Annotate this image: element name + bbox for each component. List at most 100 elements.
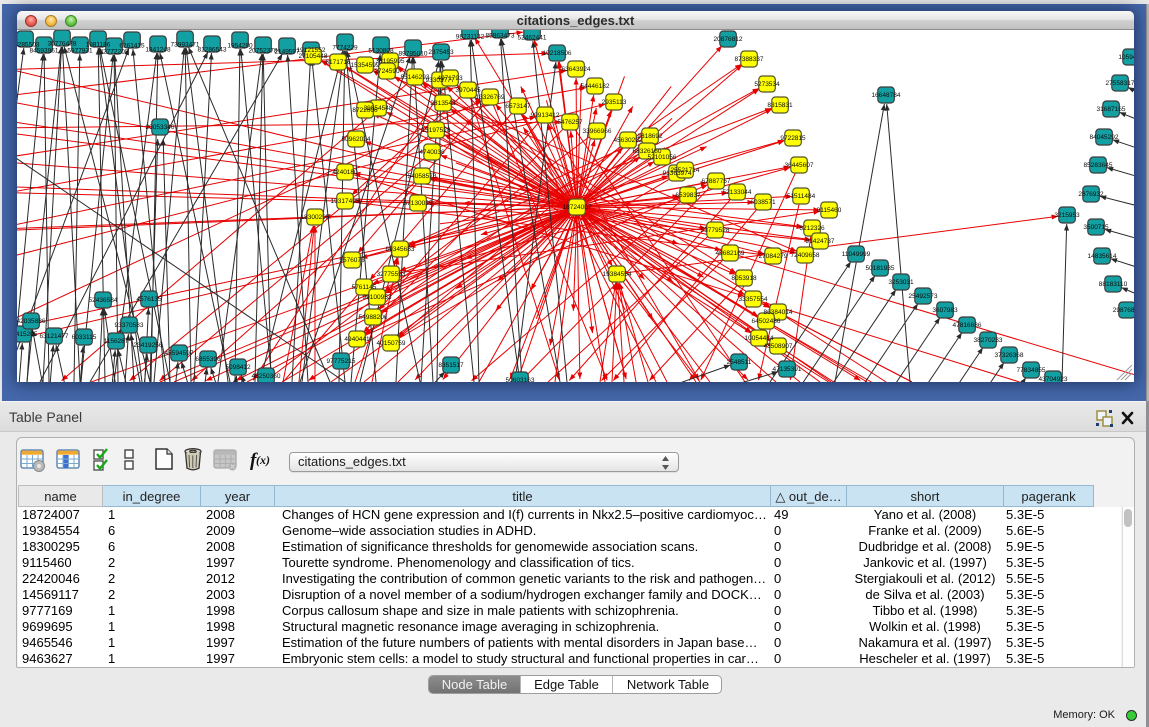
svg-text:31687165: 31687165 xyxy=(1097,106,1126,113)
svg-text:5476257: 5476257 xyxy=(557,119,583,126)
svg-text:9115460: 9115460 xyxy=(817,207,842,214)
svg-text:9576076: 9576076 xyxy=(339,257,365,264)
svg-text:13326769: 13326769 xyxy=(476,94,505,101)
svg-text:8351517: 8351517 xyxy=(438,362,464,369)
svg-text:10054484: 10054484 xyxy=(745,335,774,342)
svg-text:98231132: 98231132 xyxy=(456,34,485,41)
svg-text:52462441: 52462441 xyxy=(518,35,547,42)
svg-text:37415205: 37415205 xyxy=(17,331,38,338)
svg-text:50603163: 50603163 xyxy=(506,377,535,382)
svg-text:77834855: 77834855 xyxy=(1017,367,1046,374)
svg-text:27105448: 27105448 xyxy=(299,53,328,60)
svg-text:18300295: 18300295 xyxy=(301,214,330,221)
svg-text:99913412: 99913412 xyxy=(531,112,560,119)
svg-text:48250360: 48250360 xyxy=(252,373,281,380)
svg-text:16648784: 16648784 xyxy=(872,92,901,99)
svg-text:2813543: 2813543 xyxy=(430,100,456,107)
svg-text:45594597: 45594597 xyxy=(165,350,194,357)
svg-text:84593961: 84593961 xyxy=(30,48,59,55)
svg-text:19384554: 19384554 xyxy=(603,271,632,278)
svg-text:29876811: 29876811 xyxy=(1113,307,1134,314)
svg-text:3970445: 3970445 xyxy=(455,87,481,94)
svg-text:4740036: 4740036 xyxy=(419,149,445,156)
svg-text:72409658: 72409658 xyxy=(791,252,820,259)
svg-text:5761145: 5761145 xyxy=(352,284,377,291)
svg-text:6261415: 6261415 xyxy=(119,43,145,50)
svg-text:3253031: 3253031 xyxy=(888,279,914,286)
svg-text:30776478: 30776478 xyxy=(48,41,77,48)
svg-text:4971793: 4971793 xyxy=(437,75,463,82)
svg-text:54446182: 54446182 xyxy=(581,83,610,90)
svg-text:6171716: 6171716 xyxy=(325,59,351,66)
svg-text:63643924: 63643924 xyxy=(562,66,591,73)
svg-text:85863473: 85863473 xyxy=(486,33,515,40)
svg-text:67887757: 67887757 xyxy=(702,178,731,185)
svg-text:25492573: 25492573 xyxy=(909,293,938,300)
svg-text:38270233: 38270233 xyxy=(974,337,1003,344)
svg-text:37326368: 37326368 xyxy=(995,352,1024,359)
svg-text:27558317: 27558317 xyxy=(1106,80,1134,87)
svg-text:47135391: 47135391 xyxy=(773,366,802,373)
svg-text:97775215: 97775215 xyxy=(327,358,356,365)
svg-text:43704923: 43704923 xyxy=(1039,376,1068,382)
svg-text:9722815: 9722815 xyxy=(780,135,806,142)
svg-text:49682169: 49682169 xyxy=(716,250,745,257)
svg-text:5130808: 5130808 xyxy=(368,48,394,55)
svg-text:82772208: 82772208 xyxy=(100,49,129,56)
svg-text:99100953: 99100953 xyxy=(363,294,392,301)
svg-text:6573147: 6573147 xyxy=(505,103,531,110)
svg-text:2375453: 2375453 xyxy=(428,49,454,56)
svg-text:73993471: 73993471 xyxy=(171,42,200,49)
svg-text:2876932: 2876932 xyxy=(1078,191,1104,198)
svg-text:38195995: 38195995 xyxy=(376,58,405,65)
svg-text:14835614: 14835614 xyxy=(1088,253,1117,260)
svg-text:40150759: 40150759 xyxy=(377,340,406,347)
svg-text:33966966: 33966966 xyxy=(583,128,612,135)
svg-text:20876812: 20876812 xyxy=(714,36,743,43)
svg-text:8722606: 8722606 xyxy=(352,107,378,114)
svg-text:3607983: 3607983 xyxy=(932,307,958,314)
svg-text:57130035: 57130035 xyxy=(404,200,433,207)
svg-text:1981186: 1981186 xyxy=(86,42,111,49)
svg-text:1059486: 1059486 xyxy=(1118,54,1134,61)
svg-text:6033115: 6033115 xyxy=(72,334,97,341)
svg-text:8053918: 8053918 xyxy=(731,275,757,282)
svg-text:6855396: 6855396 xyxy=(195,356,221,363)
svg-text:8315831: 8315831 xyxy=(767,102,793,109)
svg-text:51511484: 51511484 xyxy=(787,193,816,200)
svg-text:36445607: 36445607 xyxy=(785,162,814,169)
svg-text:11049999: 11049999 xyxy=(842,251,871,258)
svg-text:23419256: 23419256 xyxy=(134,342,163,349)
svg-text:81286543: 81286543 xyxy=(198,47,227,54)
svg-text:84045292: 84045292 xyxy=(1090,134,1119,141)
svg-text:50962024: 50962024 xyxy=(342,136,371,143)
svg-text:8212326: 8212326 xyxy=(799,225,825,232)
svg-text:88183110: 88183110 xyxy=(1099,281,1128,288)
svg-text:4240180: 4240180 xyxy=(332,169,358,176)
svg-text:64502486: 64502486 xyxy=(752,318,781,325)
svg-text:2935113: 2935113 xyxy=(602,99,627,106)
svg-text:19218506: 19218506 xyxy=(543,50,572,57)
svg-text:5098412: 5098412 xyxy=(225,364,251,371)
svg-text:50181935: 50181935 xyxy=(866,265,895,272)
svg-text:47816686: 47816686 xyxy=(953,322,982,329)
svg-text:52133044: 52133044 xyxy=(723,189,752,196)
svg-text:7774229: 7774229 xyxy=(332,45,358,52)
svg-text:86384014: 86384014 xyxy=(764,309,793,316)
svg-text:85283645: 85283645 xyxy=(1084,162,1113,169)
svg-text:54988206: 54988206 xyxy=(359,314,388,321)
svg-text:27084279: 27084279 xyxy=(759,253,788,260)
svg-text:89795010: 89795010 xyxy=(399,51,428,58)
svg-text:(x): (x) xyxy=(256,453,270,467)
svg-text:69345683: 69345683 xyxy=(386,246,415,253)
svg-text:33357554: 33357554 xyxy=(739,296,768,303)
svg-text:2818692: 2818692 xyxy=(637,133,663,140)
svg-text:93370583: 93370583 xyxy=(115,322,144,329)
svg-text:87388337: 87388337 xyxy=(735,56,764,63)
svg-text:54058573: 54058573 xyxy=(408,173,437,180)
svg-text:52436584: 52436584 xyxy=(89,297,118,304)
svg-text:15197528: 15197528 xyxy=(422,127,451,134)
svg-text:2548511: 2548511 xyxy=(727,359,752,366)
svg-text:6539837: 6539837 xyxy=(675,192,701,199)
svg-text:3215953: 3215953 xyxy=(1054,212,1080,219)
